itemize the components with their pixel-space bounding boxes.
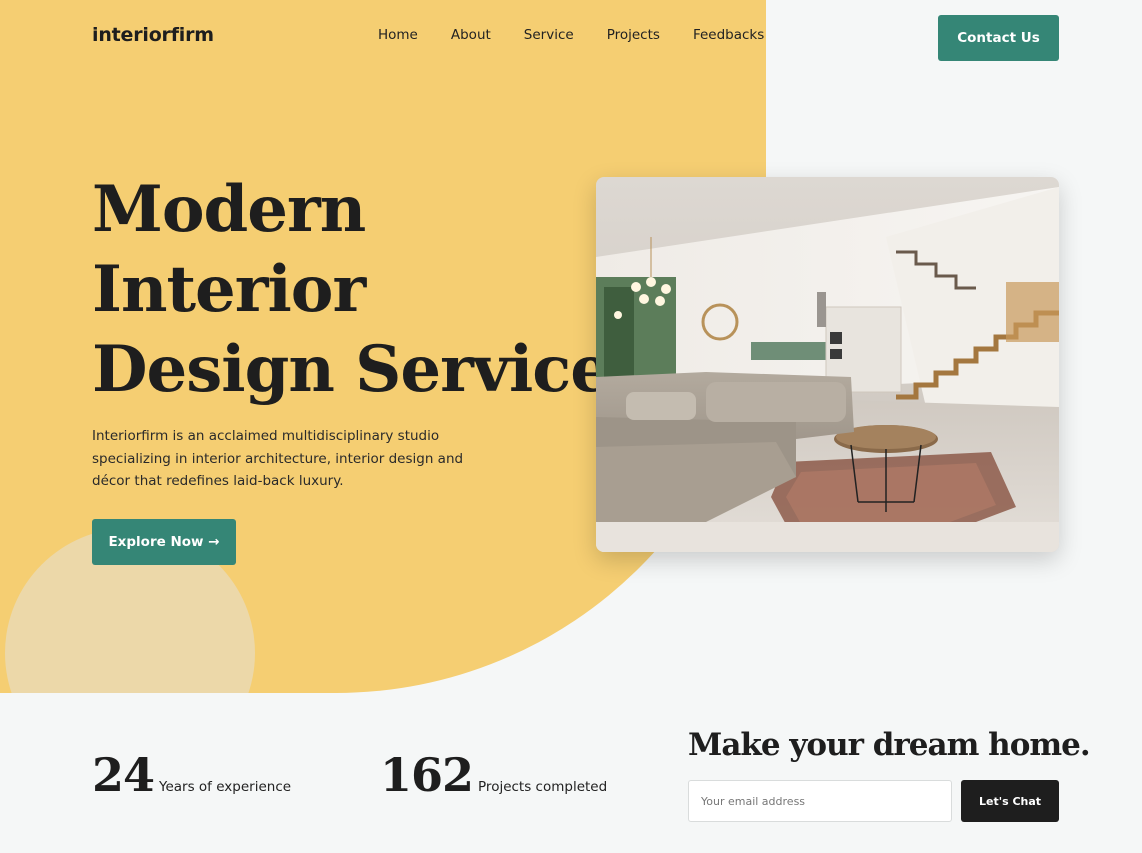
site-header: interiorfirm Home About Service Projects… (0, 0, 1142, 75)
nav-projects[interactable]: Projects (607, 27, 660, 43)
newsletter-title: Make your dream home. (688, 727, 1091, 763)
contact-us-button[interactable]: Contact Us (938, 15, 1059, 61)
hero-title: Modern Interior Design Service (92, 170, 611, 410)
stat-value: 24 (92, 748, 155, 802)
nav-about[interactable]: About (451, 27, 491, 43)
living-room-photo (596, 177, 1059, 552)
stat-value: 162 (380, 748, 474, 802)
nav-service[interactable]: Service (524, 27, 574, 43)
stat-projects: 162 Projects completed (380, 752, 607, 798)
hero-title-line: Interior (92, 252, 366, 327)
lets-chat-button[interactable]: Let's Chat (961, 780, 1059, 822)
stat-years: 24 Years of experience (92, 752, 291, 798)
hero-description: Interiorfirm is an acclaimed multidiscip… (92, 428, 464, 489)
nav-feedbacks[interactable]: Feedbacks (693, 27, 764, 43)
stat-label: Years of experience (159, 779, 292, 795)
explore-now-button[interactable]: Explore Now → (92, 519, 236, 565)
nav-home[interactable]: Home (378, 27, 418, 43)
brand-logo[interactable]: interiorfirm (92, 24, 214, 46)
stat-label: Projects completed (478, 779, 608, 795)
main-nav: Home About Service Projects Feedbacks (378, 27, 797, 43)
email-input[interactable] (688, 780, 952, 822)
hero-title-line: Modern (92, 172, 366, 247)
hero-title-line: Design Service (92, 332, 611, 407)
